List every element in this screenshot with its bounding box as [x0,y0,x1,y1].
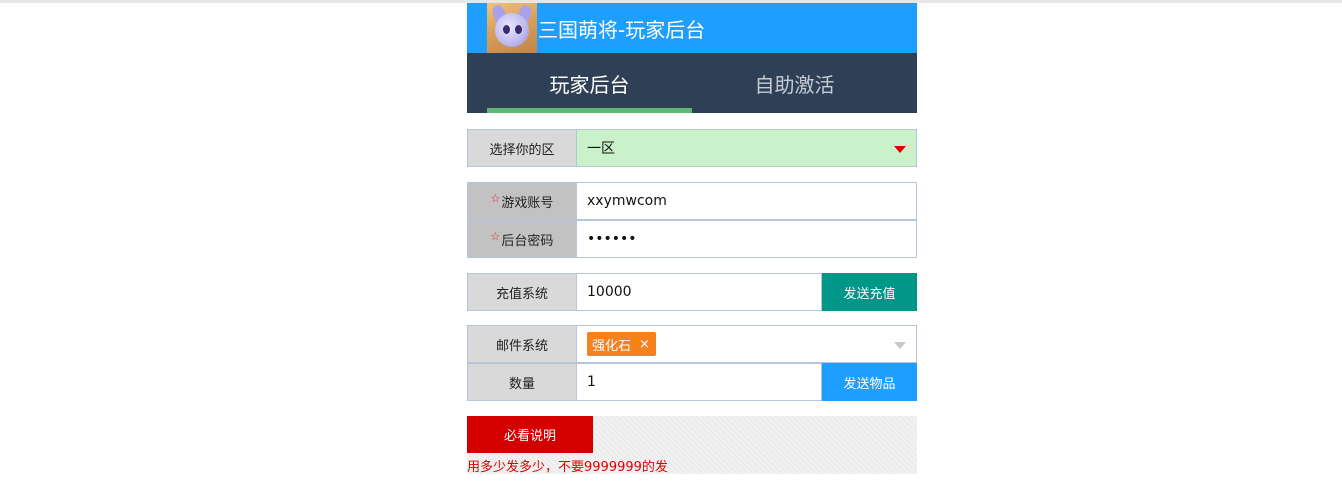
remove-tag-icon[interactable]: × [639,337,650,352]
recharge-row: 充值系统 10000 发送充值 [467,273,917,311]
password-row: ☆ 后台密码 •••••• [467,220,917,258]
mail-item-select[interactable]: 强化石 × [577,325,917,363]
server-select-value: 一区 [587,141,615,157]
account-row: ☆ 游戏账号 xxymwcom [467,182,917,220]
password-input[interactable]: •••••• [577,220,917,258]
player-panel: 三国萌将-玩家后台 玩家后台 自助激活 选择你的区 一区 ☆ 游戏账号 xxym… [467,3,917,475]
account-label-text: 游戏账号 [501,195,554,211]
quantity-label: 数量 [467,363,577,401]
required-star-icon: ☆ [490,191,501,205]
server-select-row: 选择你的区 一区 [467,129,917,167]
password-label-text: 后台密码 [501,233,554,249]
dropdown-arrow-icon [894,146,906,153]
mail-label: 邮件系统 [467,325,577,363]
account-label: ☆ 游戏账号 [467,182,577,220]
mail-row: 邮件系统 强化石 × [467,325,917,363]
tab-player-backend[interactable]: 玩家后台 [487,53,692,113]
dropdown-arrow-icon [894,342,906,349]
tab-self-activation[interactable]: 自助激活 [692,53,897,113]
tab-bar: 玩家后台 自助激活 [467,53,917,113]
recharge-label: 充值系统 [467,273,577,311]
selected-item-text: 强化石 [592,338,632,354]
quantity-row: 数量 1 发送物品 [467,363,917,401]
quantity-input[interactable]: 1 [577,363,822,401]
must-read-button[interactable]: 必看说明 [467,416,593,453]
send-item-button[interactable]: 发送物品 [822,363,917,401]
recharge-amount-input[interactable]: 10000 [577,273,822,311]
notice-hint: 用多少发多少，不要9999999的发 [467,460,668,475]
server-select-label: 选择你的区 [467,129,577,167]
server-select[interactable]: 一区 [577,129,917,167]
account-input[interactable]: xxymwcom [577,182,917,220]
game-avatar-icon [487,3,537,53]
app-header: 三国萌将-玩家后台 [467,3,917,53]
notice-section: 必看说明 用多少发多少，不要9999999的发 [467,416,917,475]
required-star-icon: ☆ [490,229,501,243]
selected-item-tag: 强化石 × [587,332,656,356]
send-recharge-button[interactable]: 发送充值 [822,273,917,311]
password-label: ☆ 后台密码 [467,220,577,258]
page-title: 三国萌将-玩家后台 [538,17,706,42]
